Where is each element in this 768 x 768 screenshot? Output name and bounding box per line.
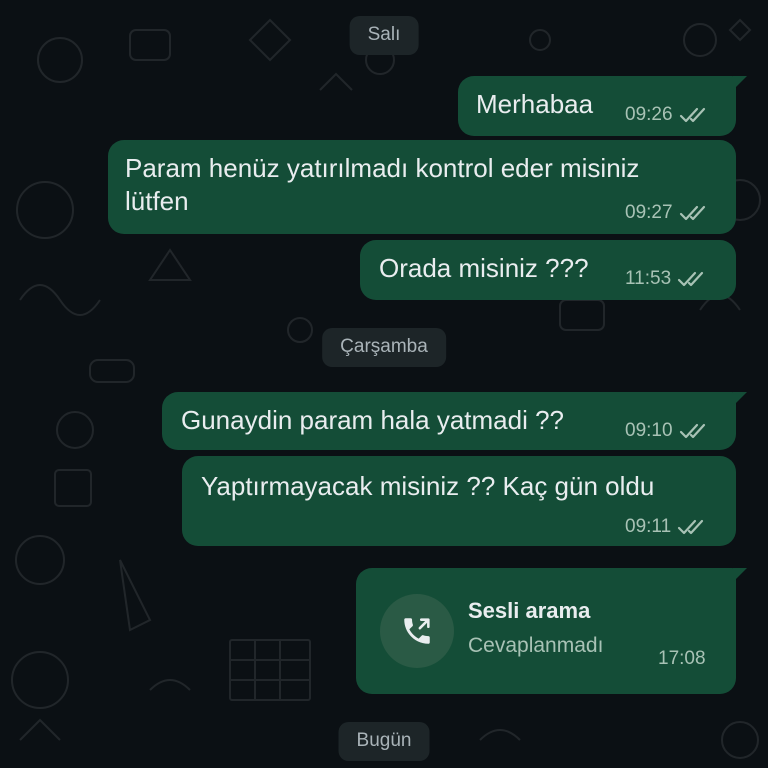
message-text: Merhabaa (476, 89, 594, 119)
message-text: Param henüz yatırılmadı kontrol eder mis… (125, 153, 640, 216)
message-meta: 09:26 (625, 104, 709, 126)
message-meta: 11:53 (625, 268, 707, 290)
message-time: 09:27 (625, 202, 673, 223)
message-time: 09:10 (625, 420, 673, 441)
read-ticks-icon (679, 204, 709, 222)
outgoing-message[interactable]: Gunaydin param hala yatmadi ?? 09:10 (162, 392, 747, 450)
outgoing-message[interactable]: Merhabaa 09:26 (458, 76, 747, 136)
read-ticks-icon (679, 106, 709, 124)
outgoing-message[interactable]: Orada misiniz ??? 11:53 (360, 240, 736, 300)
outgoing-message[interactable]: Param henüz yatırılmadı kontrol eder mis… (108, 140, 736, 234)
message-text: Gunaydin param hala yatmadi ?? (181, 405, 565, 435)
message-time: 09:11 (625, 516, 672, 537)
date-separator-tuesday: Salı (349, 16, 419, 55)
chat-area: Salı Merhabaa 09:26 Param henüz yatırılm… (0, 0, 768, 768)
read-ticks-icon (677, 270, 707, 288)
voice-call-message[interactable]: Sesli arama Cevaplanmadı 17:08 (356, 568, 747, 694)
call-title: Sesli arama (468, 598, 591, 623)
read-ticks-icon (677, 518, 707, 536)
missed-outgoing-call-icon (380, 594, 454, 668)
message-text: Yaptırmayacak misiniz ?? Kaç gün oldu (201, 471, 655, 501)
message-meta: 09:11 (625, 516, 707, 538)
message-time: 09:26 (625, 104, 673, 125)
outgoing-message[interactable]: Yaptırmayacak misiniz ?? Kaç gün oldu 09… (182, 456, 736, 546)
message-text: Orada misiniz ??? (379, 253, 589, 283)
call-status: Cevaplanmadı (468, 634, 604, 657)
call-time: 17:08 (658, 648, 706, 669)
message-meta: 09:10 (625, 420, 709, 442)
read-ticks-icon (679, 422, 709, 440)
date-separator-today: Bugün (338, 722, 430, 761)
message-time: 11:53 (625, 268, 672, 289)
date-separator-wednesday: Çarşamba (322, 328, 446, 367)
message-meta: 09:27 (625, 202, 709, 224)
